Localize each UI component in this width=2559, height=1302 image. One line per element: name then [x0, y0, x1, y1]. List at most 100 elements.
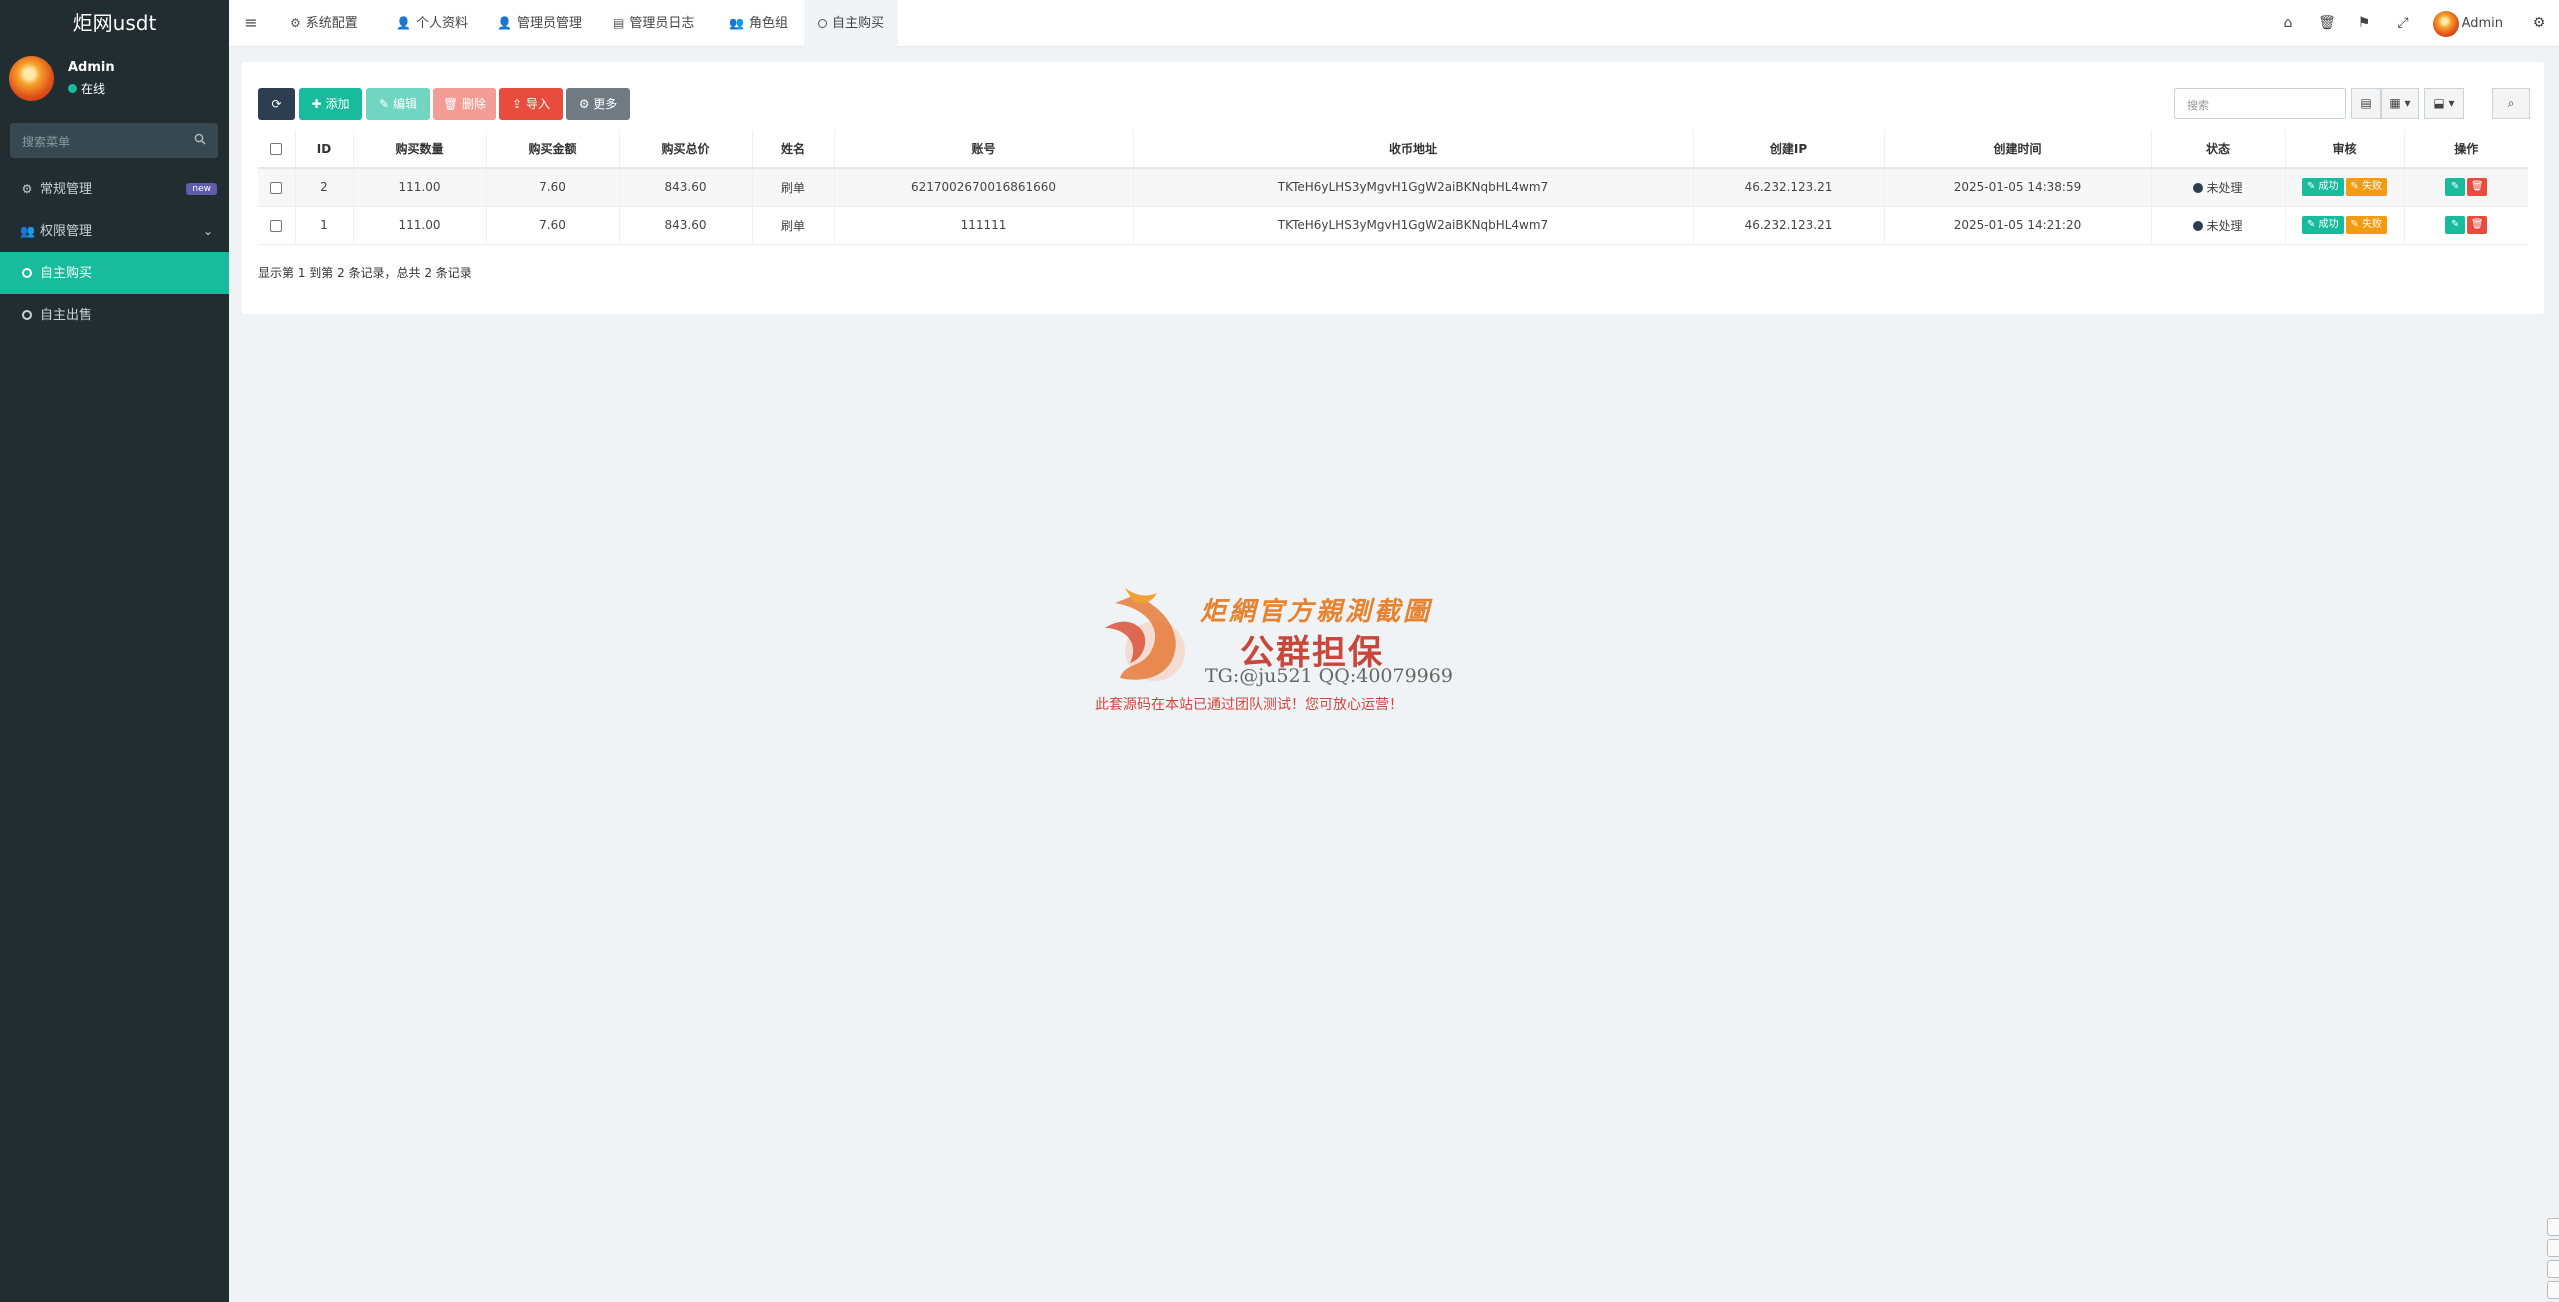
import-button[interactable]: ⇪ 导入 — [499, 88, 563, 120]
columns-dropdown-button[interactable]: ▦ ▾ — [2381, 88, 2419, 119]
column-header[interactable]: 购买数量 — [353, 130, 487, 169]
reject-button[interactable]: ✎ 失败 — [2345, 178, 2388, 197]
delete-button[interactable]: 🗑 删除 — [433, 88, 496, 120]
cog-icon: ⚙ — [290, 16, 301, 30]
side-tool-tabs[interactable] — [2547, 1218, 2559, 1302]
search-icon[interactable] — [194, 133, 206, 145]
select-all-checkbox[interactable] — [258, 130, 296, 169]
row-edit-icon[interactable]: ✎ — [2445, 178, 2466, 197]
tab-admin-manage[interactable]: 👤 管理员管理 — [483, 0, 596, 47]
sidebar-search-input[interactable]: 搜索菜单 — [10, 123, 218, 158]
side-tool-tab[interactable] — [2547, 1260, 2559, 1278]
status-dot-icon — [2193, 220, 2204, 231]
sidebar-search-placeholder: 搜索菜单 — [22, 135, 71, 149]
add-label: 添加 — [325, 97, 350, 111]
cell-amount: 7.60 — [486, 168, 620, 207]
pencil-icon: ✎ — [379, 97, 390, 111]
table-header-row: ID 购买数量 购买金额 购买总价 姓名 账号 收币地址 创建IP 创建时间 状… — [258, 130, 2528, 169]
table-row[interactable]: 2 111.00 7.60 843.60 刷单 6217002670016861… — [258, 168, 2528, 207]
data-table: ID 购买数量 购买金额 购买总价 姓名 账号 收币地址 创建IP 创建时间 状… — [258, 130, 2528, 245]
row-delete-icon[interactable]: 🗑 — [2467, 216, 2488, 234]
column-header[interactable]: 购买金额 — [486, 130, 620, 169]
column-header[interactable]: 创建时间 — [1884, 130, 2152, 169]
cell-status: 未处理 — [2151, 168, 2286, 207]
tab-system-config[interactable]: ⚙ 系统配置 — [276, 0, 372, 47]
refresh-icon: ⟳ — [271, 97, 282, 111]
side-tool-tab[interactable] — [2547, 1281, 2559, 1299]
avatar[interactable] — [2433, 11, 2459, 37]
search-placeholder: 搜索 — [2187, 99, 2209, 112]
avatar — [9, 56, 54, 101]
status-label: 未处理 — [2206, 180, 2243, 195]
import-label: 导入 — [525, 97, 550, 111]
tab-label: 自主购买 — [832, 16, 885, 31]
export-dropdown-button[interactable]: ⬓ ▾ — [2424, 88, 2464, 119]
tab-label: 管理员管理 — [516, 16, 582, 31]
cell-time: 2025-01-05 14:21:20 — [1884, 206, 2152, 245]
column-header[interactable]: 账号 — [834, 130, 1134, 169]
column-header[interactable]: ID — [295, 130, 354, 169]
settings-icon[interactable]: ⚙ — [2519, 0, 2559, 47]
watermark-contact: TG:@ju521 QQ:40079969 — [1205, 665, 1453, 687]
side-tool-tab[interactable] — [2547, 1218, 2559, 1236]
search-toggle-button[interactable]: ⌕ — [2492, 88, 2530, 119]
toggle-view-button[interactable]: ▤ — [2351, 88, 2381, 119]
fullscreen-icon[interactable]: ⤢ — [2383, 0, 2423, 47]
row-checkbox[interactable] — [258, 206, 296, 245]
tab-label: 系统配置 — [305, 16, 358, 31]
cell-review: ✎ 成功 ✎ 失败 — [2285, 168, 2405, 207]
trash-icon[interactable]: 🗑 — [2307, 0, 2347, 47]
column-header[interactable]: 创建IP — [1693, 130, 1885, 169]
sidebar: 炬网usdt Admin 在线 搜索菜单 ⚙ 常规管理 new 👥 权限管理 ⌄ 自… — [0, 0, 229, 1302]
admin-username[interactable]: Admin — [2462, 0, 2503, 47]
hamburger-menu-icon[interactable]: ≡ — [229, 0, 273, 47]
sidebar-item-general[interactable]: ⚙ 常规管理 new — [0, 168, 229, 210]
approve-button[interactable]: ✎ 成功 — [2301, 178, 2344, 197]
columns-icon: ▦ ▾ — [2389, 96, 2411, 110]
sidebar-item-permission[interactable]: 👥 权限管理 ⌄ — [0, 210, 229, 252]
tab-role-group[interactable]: 👥 角色组 — [715, 0, 802, 47]
plus-icon: ✚ — [311, 97, 322, 111]
upload-icon: ⇪ — [512, 97, 523, 111]
group-icon: 👥 — [729, 16, 744, 30]
home-icon[interactable]: ⌂ — [2268, 0, 2308, 47]
edit-label: 编辑 — [392, 97, 417, 111]
more-button[interactable]: ⚙ 更多 — [566, 88, 630, 120]
online-dot-icon — [68, 84, 77, 93]
add-button[interactable]: ✚ 添加 — [299, 88, 362, 120]
column-header[interactable]: 收币地址 — [1133, 130, 1694, 169]
cell-amount: 7.60 — [486, 206, 620, 245]
watermark-note: 此套源码在本站已通过团队测试！您可放心运营！ — [1095, 697, 1403, 713]
table-row[interactable]: 1 111.00 7.60 843.60 刷单 111111 TKTeH6yLH… — [258, 206, 2528, 245]
watermark: 炬網官方親測截圖 公群担保 TG:@ju521 QQ:40079969 此套源码… — [1095, 583, 1475, 723]
edit-button[interactable]: ✎ 编辑 — [366, 88, 430, 120]
reject-button[interactable]: ✎ 失败 — [2345, 216, 2388, 234]
language-icon[interactable]: ⚑ — [2344, 0, 2384, 47]
delete-label: 删除 — [462, 97, 487, 111]
column-header[interactable]: 状态 — [2151, 130, 2286, 169]
circle-o-icon — [818, 0, 827, 46]
tab-profile[interactable]: 👤 个人资料 — [382, 0, 482, 47]
cell-total: 843.60 — [619, 206, 753, 245]
tab-admin-log[interactable]: ▤ 管理员日志 — [599, 0, 708, 47]
sidebar-item-label: 常规管理 — [40, 182, 93, 197]
cell-ip: 46.232.123.21 — [1693, 206, 1885, 245]
side-tool-tab[interactable] — [2547, 1239, 2559, 1257]
row-edit-icon[interactable]: ✎ — [2445, 216, 2466, 234]
status-label: 未处理 — [2206, 218, 2243, 233]
export-icon: ⬓ ▾ — [2433, 96, 2455, 110]
column-header[interactable]: 购买总价 — [619, 130, 753, 169]
row-checkbox[interactable] — [258, 168, 296, 207]
approve-button[interactable]: ✎ 成功 — [2301, 216, 2344, 234]
refresh-button[interactable]: ⟳ — [258, 88, 295, 120]
table-search-input[interactable]: 搜索 — [2174, 88, 2346, 119]
column-header[interactable]: 操作 — [2404, 130, 2528, 169]
column-header[interactable]: 审核 — [2285, 130, 2405, 169]
sidebar-item-self-buy[interactable]: 自主购买 — [0, 252, 229, 294]
row-delete-icon[interactable]: 🗑 — [2467, 178, 2488, 197]
column-header[interactable]: 姓名 — [752, 130, 835, 169]
brand-logo[interactable]: 炬网usdt — [0, 0, 229, 47]
sidebar-item-self-sell[interactable]: 自主出售 — [0, 294, 229, 336]
tab-self-buy[interactable]: 自主购买 — [804, 0, 899, 47]
phoenix-logo-icon — [1105, 588, 1185, 681]
